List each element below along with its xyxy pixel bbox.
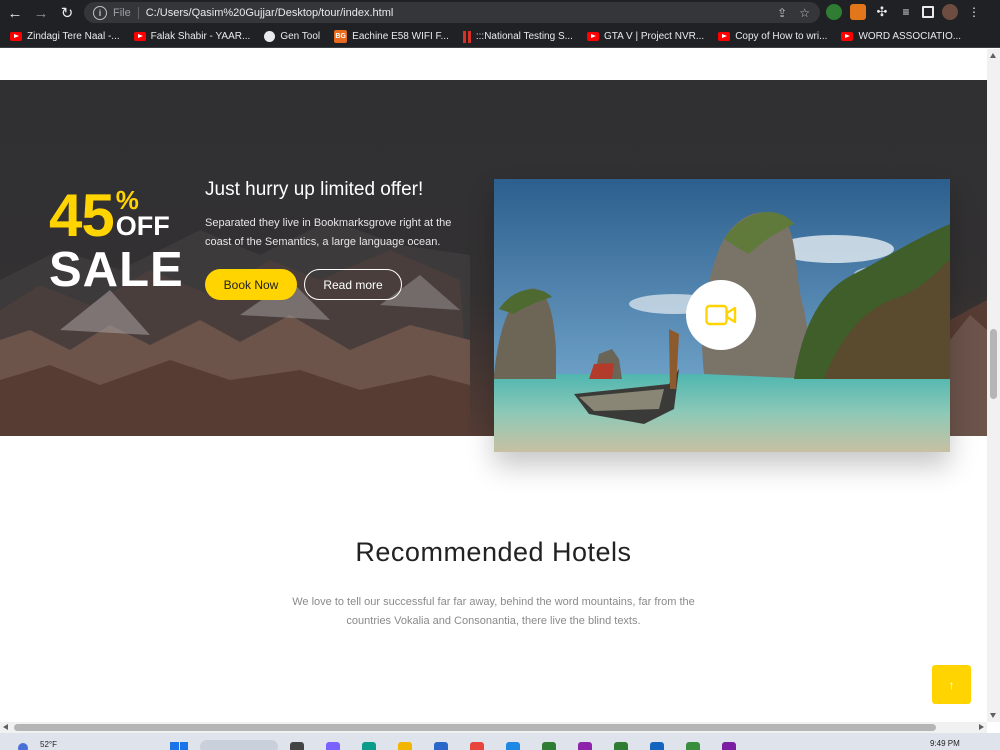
taskbar-apps <box>290 742 736 750</box>
menu-kebab-icon[interactable]: ⋮ <box>966 4 982 20</box>
youtube-icon <box>10 32 22 41</box>
book-now-button[interactable]: Book Now <box>205 269 297 300</box>
read-more-button[interactable]: Read more <box>304 269 402 300</box>
puzzle-icon[interactable]: ✣ <box>874 4 890 20</box>
windows-start-icon[interactable] <box>170 742 188 750</box>
profile-avatar-icon[interactable] <box>942 4 958 20</box>
bookmark-item[interactable]: :::National Testing S... <box>462 30 573 43</box>
scroll-thumb[interactable] <box>990 329 997 399</box>
taskbar-app-icon[interactable] <box>542 742 556 750</box>
metamask-icon[interactable] <box>850 4 866 20</box>
off-label: OFF <box>115 211 170 241</box>
taskbar-app-icon[interactable] <box>686 742 700 750</box>
taskbar-app-icon[interactable] <box>650 742 664 750</box>
bg-icon: BG <box>334 30 348 43</box>
offer-heading: Just hurry up limited offer! <box>205 179 424 200</box>
scroll-right-arrow[interactable] <box>979 724 984 730</box>
bookmark-item[interactable]: Falak Shabir - YAAR... <box>133 31 250 42</box>
video-camera-icon <box>705 304 737 326</box>
video-play-button[interactable] <box>686 280 756 350</box>
recommended-hotels-section: Recommended Hotels We love to tell our s… <box>0 537 987 631</box>
bookmark-item[interactable]: Gen Tool <box>264 31 320 42</box>
taskbar-search[interactable] <box>200 740 278 750</box>
forward-icon[interactable]: → <box>30 2 52 24</box>
discount-badge: 45 % OFF SALE <box>49 182 199 297</box>
browser-toolbar: ← → ↻ i File C:/Users/Qasim%20Gujjar/Des… <box>0 0 1000 26</box>
clock[interactable]: 9:49 PM <box>930 739 960 748</box>
reload-icon[interactable]: ↻ <box>56 2 78 24</box>
discount-suffix: % OFF <box>115 185 170 241</box>
taskbar-app-icon[interactable] <box>326 742 340 750</box>
vertical-scrollbar[interactable] <box>987 49 1000 722</box>
offer-block: Just hurry up limited offer! Separated t… <box>205 178 465 300</box>
horizontal-scrollbar[interactable] <box>0 722 987 733</box>
side-panel-icon[interactable] <box>922 6 934 18</box>
sale-label: SALE <box>49 243 184 297</box>
omnibox-divider <box>137 6 139 19</box>
discount-number: 45 <box>49 182 115 249</box>
bookmark-item[interactable]: Zindagi Tere Naal -... <box>10 31 120 42</box>
extensions-area: ✣ ≡ ⋮ <box>826 4 982 20</box>
bars-icon <box>462 30 471 43</box>
scheme-label: File <box>113 6 131 19</box>
taskbar-app-icon[interactable] <box>722 742 736 750</box>
taskbar-app-icon[interactable] <box>290 742 304 750</box>
scroll-down-arrow[interactable] <box>990 713 996 718</box>
scroll-up-arrow[interactable] <box>990 53 996 58</box>
percent-symbol: % <box>115 185 139 215</box>
scroll-left-arrow[interactable] <box>3 724 8 730</box>
os-taskbar: 52°F 9:49 PM <box>0 733 1000 750</box>
scroll-thumb-horizontal[interactable] <box>14 724 936 731</box>
bookmark-item[interactable]: BG Eachine E58 WIFI F... <box>334 30 449 43</box>
bookmark-item[interactable]: WORD ASSOCIATIO... <box>841 31 961 42</box>
share-icon[interactable]: ⇪ <box>777 6 787 20</box>
offer-description: Separated they live in Bookmarksgrove ri… <box>205 217 452 248</box>
weather-temperature[interactable]: 52°F <box>40 740 57 749</box>
youtube-icon <box>718 32 731 41</box>
bookmark-item[interactable]: GTA V | Project NVR... <box>586 31 704 42</box>
taskbar-app-icon[interactable] <box>434 742 448 750</box>
offer-buttons: Book Now Read more <box>205 269 465 300</box>
bookmark-item[interactable]: Copy of How to wri... <box>718 31 827 42</box>
globe-icon <box>264 31 276 42</box>
weather-icon[interactable] <box>18 743 28 750</box>
back-to-top-button[interactable]: ↑ <box>932 665 971 704</box>
back-icon[interactable]: ← <box>4 2 26 24</box>
chrome-icon[interactable] <box>470 742 484 750</box>
taskbar-app-icon[interactable] <box>506 742 520 750</box>
taskbar-app-icon[interactable] <box>614 742 628 750</box>
section-description: We love to tell our successful far far a… <box>292 596 695 627</box>
page-viewport: 45 % OFF SALE Just hurry up limited offe… <box>0 49 987 722</box>
youtube-icon <box>133 32 146 41</box>
youtube-icon <box>841 32 854 41</box>
discount-percent-row: 45 % OFF <box>49 182 199 249</box>
extension-green-icon[interactable] <box>826 4 842 20</box>
folder-icon[interactable] <box>398 742 412 750</box>
bookmarks-bar: Zindagi Tere Naal -... Falak Shabir - YA… <box>0 26 1000 48</box>
video-card[interactable] <box>494 179 950 452</box>
taskbar-app-icon[interactable] <box>578 742 592 750</box>
address-bar[interactable]: i File C:/Users/Qasim%20Gujjar/Desktop/t… <box>84 2 820 23</box>
section-title: Recommended Hotels <box>355 537 632 567</box>
url-text[interactable]: C:/Users/Qasim%20Gujjar/Desktop/tour/ind… <box>146 7 394 19</box>
youtube-icon <box>586 32 599 41</box>
media-queue-icon[interactable]: ≡ <box>898 4 914 20</box>
bookmark-star-icon[interactable]: ☆ <box>799 6 810 20</box>
site-info-icon[interactable]: i <box>93 5 107 20</box>
taskbar-app-icon[interactable] <box>362 742 376 750</box>
